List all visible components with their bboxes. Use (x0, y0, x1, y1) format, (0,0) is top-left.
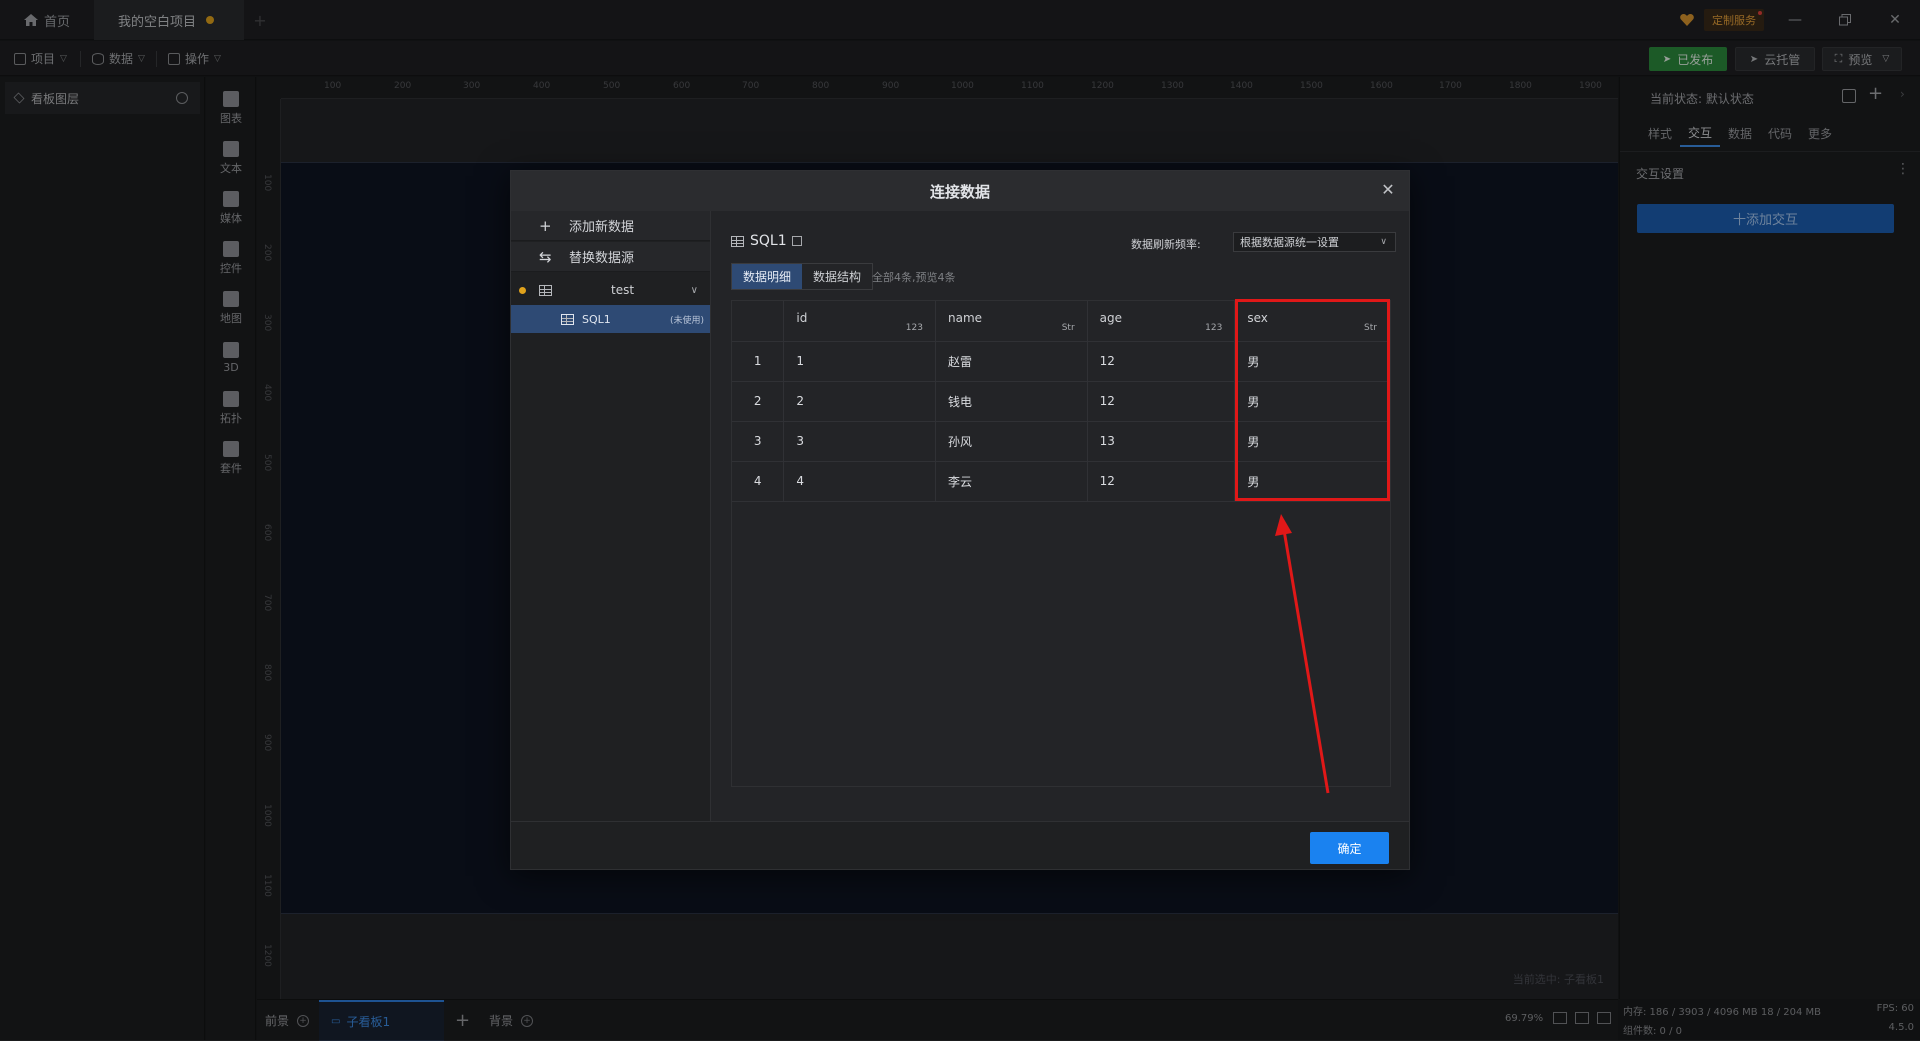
status-dot (519, 286, 526, 294)
add-data-label: 添加新数据 (569, 220, 635, 235)
column-name: id (796, 311, 808, 325)
sql-item-name: SQL1 (582, 312, 611, 326)
column-type: 123 (1205, 322, 1223, 333)
column-name: name (947, 311, 983, 325)
data-source-name: test (611, 283, 635, 297)
sql-item-status: (未使用) (669, 315, 704, 326)
add-data-button[interactable]: + 添加新数据 (511, 211, 710, 241)
cell-id: 1 (783, 341, 936, 382)
cell-age: 12 (1087, 381, 1236, 422)
row-index: 4 (732, 461, 785, 502)
dialog-footer: 确定 (511, 821, 1409, 869)
cell-age: 12 (1087, 341, 1236, 382)
row-index: 1 (732, 341, 785, 382)
swap-icon: ⇆ (539, 247, 552, 266)
connect-data-dialog: 连接数据 ✕ + 添加新数据 ⇆ 替换数据源 test ∨ SQL1 (未使用)… (510, 170, 1410, 870)
row-index: 2 (732, 381, 785, 422)
record-count: 全部4条,预览4条 (872, 271, 956, 284)
cell-id: 3 (783, 421, 936, 462)
data-source-item[interactable]: test ∨ (511, 275, 710, 305)
edit-icon[interactable] (791, 236, 802, 246)
cell-id: 4 (783, 461, 936, 502)
sql-title: SQL1 (731, 233, 802, 249)
refresh-rate-value: 根据数据源统一设置 (1240, 236, 1339, 249)
cell-age: 12 (1087, 461, 1236, 502)
tab-data-structure[interactable]: 数据结构 (802, 264, 872, 289)
chevron-down-icon[interactable]: ∨ (691, 285, 698, 296)
tab-data-detail[interactable]: 数据明细 (732, 264, 802, 289)
column-header-name[interactable]: name Str (935, 301, 1088, 342)
ok-button[interactable]: 确定 (1310, 832, 1389, 864)
index-column-header (732, 301, 785, 342)
chevron-down-icon: ∨ (1380, 237, 1387, 247)
column-header-age[interactable]: age 123 (1087, 301, 1236, 342)
refresh-rate-select[interactable]: 根据数据源统一设置 ∨ (1233, 232, 1396, 252)
table-icon (539, 284, 552, 296)
dialog-header: 连接数据 ✕ (511, 171, 1409, 211)
column-type: 123 (905, 322, 923, 333)
column-header-id[interactable]: id 123 (783, 301, 936, 342)
cell-name: 赵雷 (935, 341, 1088, 382)
cell-name: 李云 (935, 461, 1088, 502)
refresh-rate-label: 数据刷新频率: (1131, 238, 1201, 251)
column-type: Str (1061, 322, 1075, 333)
row-index: 3 (732, 421, 785, 462)
table-icon (561, 313, 574, 325)
preview-tabs: 数据明细 数据结构 (731, 263, 873, 290)
sql-item[interactable]: SQL1 (未使用) (511, 305, 710, 333)
cell-name: 钱电 (935, 381, 1088, 422)
cell-age: 13 (1087, 421, 1236, 462)
plus-icon: + (539, 216, 552, 235)
cell-id: 2 (783, 381, 936, 422)
replace-source-label: 替换数据源 (569, 251, 635, 266)
data-source-list: + 添加新数据 ⇆ 替换数据源 test ∨ SQL1 (未使用) (511, 211, 711, 821)
sql-title-text: SQL1 (750, 233, 787, 249)
table-icon (731, 235, 744, 247)
dialog-title: 连接数据 (929, 182, 990, 201)
cell-name: 孙风 (935, 421, 1088, 462)
replace-source-button[interactable]: ⇆ 替换数据源 (511, 242, 710, 272)
column-name: age (1099, 311, 1123, 325)
annotation-highlight-box (1235, 299, 1390, 501)
close-icon[interactable]: ✕ (1379, 181, 1397, 199)
